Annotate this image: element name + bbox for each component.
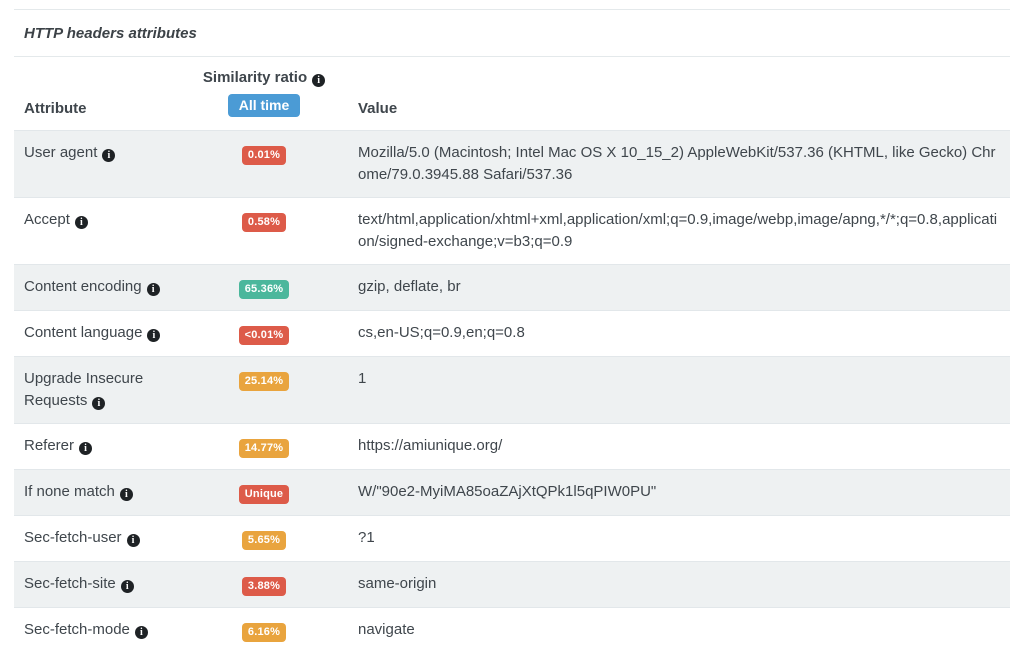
similarity-badge: 6.16% [242,623,286,642]
info-icon[interactable] [75,216,88,229]
attribute-label: Accept [24,211,70,228]
value-cell: text/html,application/xhtml+xml,applicat… [324,209,1010,253]
similarity-badge: <0.01% [239,326,290,345]
similarity-badge: 3.88% [242,577,286,596]
value-cell: 1 [324,368,1010,390]
attribute-label: Sec-fetch-user [24,529,122,546]
attribute-cell: Accept [14,209,204,231]
value-cell: ?1 [324,527,1010,549]
table-row: Sec-fetch-site 3.88% same-origin [14,561,1010,607]
attribute-cell: Content encoding [14,276,204,298]
similarity-badge: 5.65% [242,531,286,550]
attribute-label: If none match [24,483,115,500]
table-row: Referer 14.77% https://amiunique.org/ [14,423,1010,469]
info-icon[interactable] [147,329,160,342]
attribute-label: Referer [24,437,74,454]
attribute-label: Content language [24,324,142,341]
table-row: Sec-fetch-user 5.65% ?1 [14,515,1010,561]
info-icon[interactable] [135,626,148,639]
info-icon[interactable] [92,397,105,410]
table-row: Accept 0.58% text/html,application/xhtml… [14,197,1010,264]
similarity-badge: 65.36% [239,280,290,299]
table-row: Content encoding 65.36% gzip, deflate, b… [14,264,1010,310]
value-cell: cs,en-US;q=0.9,en;q=0.8 [324,322,1010,344]
attribute-label: User agent [24,144,97,161]
attribute-cell: Content language [14,322,204,344]
value-cell: Mozilla/5.0 (Macintosh; Intel Mac OS X 1… [324,142,1010,186]
similarity-badge: Unique [239,485,289,504]
attribute-cell: Referer [14,435,204,457]
value-cell: navigate [324,619,1010,641]
value-cell: W/"90e2-MyiMA85oaZAjXtQPk1l5qPIW0PU" [324,481,1010,503]
attribute-cell: User agent [14,142,204,164]
column-header-value: Value [324,69,1010,117]
attribute-label: Content encoding [24,278,142,295]
attribute-cell: Sec-fetch-user [14,527,204,549]
value-cell: https://amiunique.org/ [324,435,1010,457]
value-cell: gzip, deflate, br [324,276,1010,298]
all-time-period-button[interactable]: All time [228,94,301,117]
table-header-row: Attribute Similarity ratio All time Valu… [14,57,1010,130]
info-icon[interactable] [79,442,92,455]
table-body: User agent 0.01% Mozilla/5.0 (Macintosh;… [14,130,1010,653]
similarity-badge: 0.01% [242,146,286,165]
info-icon[interactable] [102,149,115,162]
similarity-badge: 14.77% [239,439,290,458]
table-row: Content language <0.01% cs,en-US;q=0.9,e… [14,310,1010,356]
attribute-label: Sec-fetch-mode [24,621,130,638]
table-row: If none match Unique W/"90e2-MyiMA85oaZA… [14,469,1010,515]
column-header-attribute: Attribute [14,69,204,117]
info-icon[interactable] [127,534,140,547]
info-icon[interactable] [147,283,160,296]
attribute-cell: If none match [14,481,204,503]
info-icon[interactable] [120,488,133,501]
attribute-label: Upgrade Insecure Requests [24,370,143,409]
panel-title: HTTP headers attributes [14,10,1010,57]
table-row: User agent 0.01% Mozilla/5.0 (Macintosh;… [14,130,1010,197]
value-cell: same-origin [324,573,1010,595]
attribute-cell: Upgrade Insecure Requests [14,368,204,412]
column-header-similarity: Similarity ratio All time [204,69,324,117]
attribute-label: Sec-fetch-site [24,575,116,592]
http-headers-panel: HTTP headers attributes Attribute Simila… [14,9,1010,653]
attribute-cell: Sec-fetch-site [14,573,204,595]
table-row: Sec-fetch-mode 6.16% navigate [14,607,1010,653]
similarity-badge: 25.14% [239,372,290,391]
similarity-ratio-label: Similarity ratio [203,69,307,86]
similarity-badge: 0.58% [242,213,286,232]
table-row: Upgrade Insecure Requests 25.14% 1 [14,356,1010,423]
attribute-cell: Sec-fetch-mode [14,619,204,641]
info-icon[interactable] [121,580,134,593]
